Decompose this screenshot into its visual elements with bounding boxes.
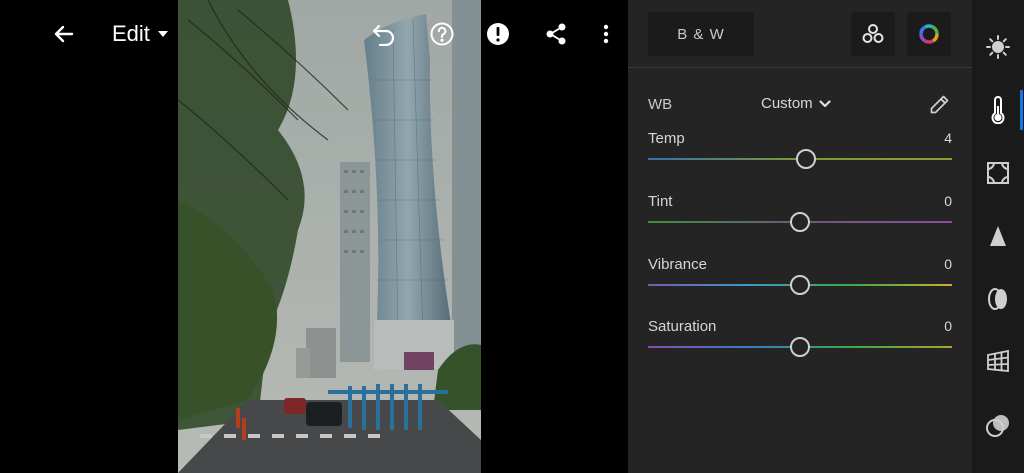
slider-thumb[interactable] bbox=[790, 212, 810, 232]
slider-temp: Temp 4 bbox=[648, 130, 952, 180]
slider-value[interactable]: 0 bbox=[944, 318, 952, 334]
mask-icon bbox=[986, 415, 1009, 437]
slider-thumb[interactable] bbox=[790, 275, 810, 295]
color-temperature-icon bbox=[991, 96, 1005, 124]
slider-value[interactable]: 0 bbox=[944, 256, 952, 272]
panel-header: B & W bbox=[628, 0, 972, 68]
slider-tint: Tint 0 bbox=[648, 193, 952, 243]
undo-icon bbox=[372, 24, 395, 46]
share-button[interactable] bbox=[536, 14, 576, 54]
color-wheel-icon bbox=[919, 24, 939, 44]
white-balance-label: WB bbox=[648, 96, 673, 113]
white-balance-value: Custom bbox=[761, 95, 813, 112]
slider-label: Temp bbox=[648, 130, 685, 147]
slider-vibrance: Vibrance 0 bbox=[648, 256, 952, 306]
color-mix-icon bbox=[862, 24, 884, 43]
edit-mode-dropdown[interactable]: Edit bbox=[112, 14, 178, 54]
masking-tool[interactable] bbox=[972, 402, 1024, 450]
geometry-tool[interactable] bbox=[972, 338, 1024, 386]
alert-button[interactable] bbox=[478, 14, 518, 54]
detail-tool[interactable] bbox=[972, 212, 1024, 260]
white-balance-dropdown[interactable]: Custom bbox=[761, 95, 831, 112]
slider-value[interactable]: 4 bbox=[944, 130, 952, 146]
slider-value[interactable]: 0 bbox=[944, 193, 952, 209]
top-toolbar: Edit bbox=[0, 0, 628, 68]
color-grading-button[interactable] bbox=[907, 12, 951, 56]
slider-thumb[interactable] bbox=[796, 149, 817, 169]
slider-label: Vibrance bbox=[648, 256, 707, 273]
chevron-down-icon bbox=[819, 99, 831, 107]
detail-icon bbox=[990, 226, 1006, 246]
eyedropper-icon bbox=[930, 95, 949, 114]
effects-icon bbox=[987, 162, 1009, 184]
color-adjustment-panel: B & W WB Custom Temp 4 Tint 0 Vibrance 0… bbox=[628, 0, 972, 473]
optics-tool[interactable] bbox=[972, 275, 1024, 323]
slider-label: Tint bbox=[648, 193, 673, 210]
edit-tools-rail bbox=[972, 0, 1024, 473]
color-tool[interactable] bbox=[972, 86, 1024, 134]
photo-canvas[interactable] bbox=[178, 0, 481, 473]
black-white-button[interactable]: B & W bbox=[648, 12, 754, 56]
light-tool[interactable] bbox=[972, 23, 1024, 71]
optics-icon bbox=[988, 288, 1007, 310]
exclamation-icon bbox=[487, 23, 509, 45]
slider-label: Saturation bbox=[648, 318, 717, 335]
edit-mode-label: Edit bbox=[112, 21, 150, 46]
back-button[interactable] bbox=[44, 14, 84, 54]
help-button[interactable] bbox=[422, 14, 462, 54]
eyedropper-button[interactable] bbox=[926, 92, 952, 118]
caret-down-icon bbox=[157, 31, 168, 37]
slider-saturation: Saturation 0 bbox=[648, 318, 952, 368]
light-icon bbox=[986, 35, 1010, 59]
more-options-button[interactable] bbox=[588, 14, 624, 54]
white-balance-row: WB Custom bbox=[648, 92, 952, 118]
undo-button[interactable] bbox=[364, 14, 404, 54]
slider-thumb[interactable] bbox=[790, 337, 810, 357]
more-vertical-icon bbox=[603, 24, 609, 44]
arrow-left-icon bbox=[54, 25, 74, 43]
color-mix-button[interactable] bbox=[851, 12, 895, 56]
effects-tool[interactable] bbox=[972, 149, 1024, 197]
photo-viewer: Edit bbox=[0, 0, 628, 473]
geometry-icon bbox=[987, 349, 1009, 372]
help-icon bbox=[430, 22, 454, 46]
share-icon bbox=[546, 23, 566, 45]
